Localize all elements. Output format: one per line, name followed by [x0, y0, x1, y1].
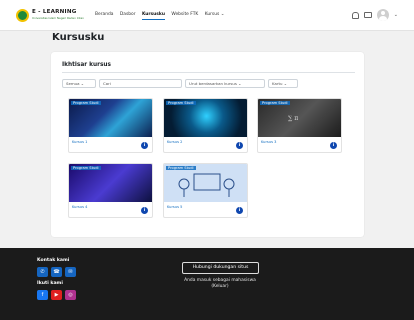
notification-bell-icon[interactable]: [351, 11, 359, 19]
course-category-tag: Program Studi: [71, 101, 101, 105]
course-category-tag: Program Studi: [166, 166, 196, 170]
course-card[interactable]: ∑ π Program Studi Kursus 3 i: [257, 98, 342, 153]
user-avatar[interactable]: [376, 9, 389, 21]
nav-item-website-ftk[interactable]: Website FTK: [171, 12, 198, 17]
course-name-link[interactable]: Kursus 3: [261, 140, 276, 144]
chevron-down-icon[interactable]: ⌄: [394, 12, 398, 18]
info-icon[interactable]: i: [236, 207, 243, 214]
info-icon[interactable]: i: [141, 142, 148, 149]
site-logo-title[interactable]: E - LEARNING: [32, 9, 77, 15]
contact-support-button[interactable]: Hubungi dukungan situs: [182, 262, 259, 274]
contact-heading: Kontak kami: [37, 258, 70, 263]
social-icons: f ▶ ◎: [37, 290, 76, 300]
contact-icons: ✆ ☎ ✉: [37, 267, 76, 277]
course-category-tag: Program Studi: [260, 101, 290, 105]
course-name-link[interactable]: Kursus 5: [167, 205, 182, 209]
grouping-filter-dropdown[interactable]: Semua ⌄: [62, 79, 96, 88]
email-icon[interactable]: ✉: [65, 267, 76, 277]
nav-item-kursusku[interactable]: Kursusku: [141, 12, 165, 20]
sort-dropdown[interactable]: Urut berdasarkan kursus ⌄: [185, 79, 265, 88]
course-overview-block: Ikhtisar kursus Semua ⌄ Cari Urut berdas…: [51, 52, 364, 237]
course-overview-title: Ikhtisar kursus: [62, 62, 112, 68]
course-category-tag: Program Studi: [166, 101, 196, 105]
page-title: Kursusku: [52, 32, 105, 43]
university-logo-icon[interactable]: [16, 9, 29, 22]
messages-icon[interactable]: [363, 12, 372, 18]
instagram-icon[interactable]: ◎: [65, 290, 76, 300]
logout-link[interactable]: (Keluar): [168, 284, 272, 290]
course-search-input[interactable]: Cari: [99, 79, 182, 88]
info-icon[interactable]: i: [330, 142, 337, 149]
view-mode-dropdown[interactable]: Kartu ⌄: [268, 79, 298, 88]
course-card[interactable]: Program Studi Kursus 5 i: [163, 163, 248, 218]
nav-item-beranda[interactable]: Beranda: [95, 12, 113, 17]
facebook-icon[interactable]: f: [37, 290, 48, 300]
page-footer: Kontak kami ✆ ☎ ✉ Ikuti kami f ▶ ◎ Hubun…: [0, 248, 414, 320]
course-card[interactable]: Program Studi Kursus 1 i: [68, 98, 153, 153]
course-name-link[interactable]: Kursus 1: [72, 140, 87, 144]
site-logo-subtitle: Universitas Islam Negeri Raden Intan: [32, 16, 84, 20]
phone-icon[interactable]: ☎: [51, 267, 62, 277]
divider: [62, 72, 355, 73]
youtube-icon[interactable]: ▶: [51, 290, 62, 300]
whatsapp-icon[interactable]: ✆: [37, 267, 48, 277]
login-info: Anda masuk sebagai mahasiswa (Keluar): [168, 278, 272, 290]
course-card[interactable]: Program Studi Kursus 2 i: [163, 98, 248, 153]
course-category-tag: Program Studi: [71, 166, 101, 170]
nav-item-kursus-dropdown[interactable]: Kursus ⌄: [205, 12, 225, 17]
course-name-link[interactable]: Kursus 4: [72, 205, 87, 209]
top-navbar: E - LEARNING Universitas Islam Negeri Ra…: [0, 0, 414, 31]
user-tools: ⌄: [351, 9, 398, 21]
info-icon[interactable]: i: [141, 207, 148, 214]
primary-navigation: Beranda Dasbor Kursusku Website FTK Kurs…: [95, 12, 229, 20]
info-icon[interactable]: i: [236, 142, 243, 149]
follow-heading: Ikuti kami: [37, 281, 63, 286]
nav-item-dasbor[interactable]: Dasbor: [120, 12, 136, 17]
course-card[interactable]: Program Studi Kursus 4 i: [68, 163, 153, 218]
course-name-link[interactable]: Kursus 2: [167, 140, 182, 144]
math-chalkboard-icon: ∑ π: [288, 115, 299, 122]
